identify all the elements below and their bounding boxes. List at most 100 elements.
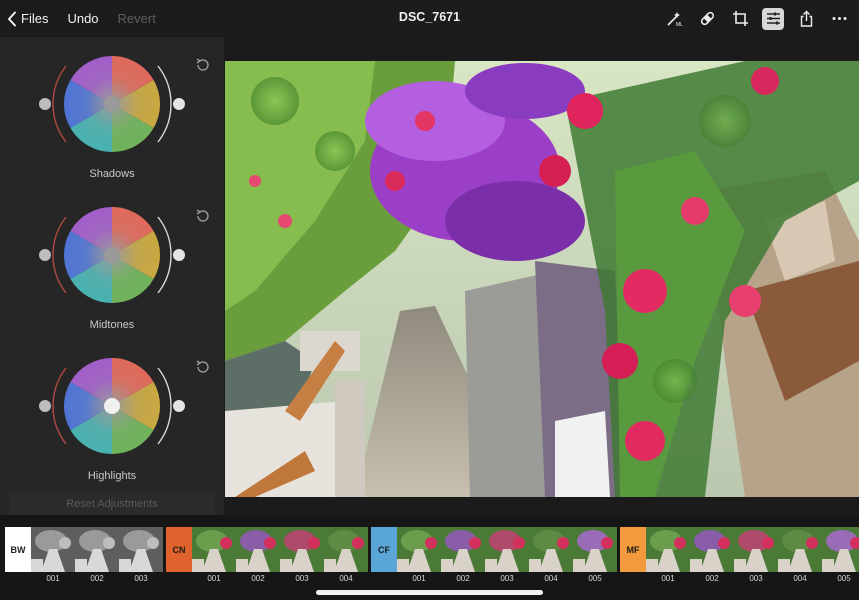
ml-auto-icon: ML (666, 12, 683, 27)
svg-text:ML: ML (676, 22, 683, 27)
preset-number: 001 (412, 574, 426, 583)
reset-wheel-icon[interactable] (194, 207, 212, 225)
preset-thumbnail-image (529, 527, 573, 572)
preset-thumbnail[interactable] (397, 527, 441, 572)
home-indicator[interactable] (316, 590, 543, 595)
preset-thumbnail-image (441, 527, 485, 572)
preset-thumbnail[interactable] (734, 527, 778, 572)
preset-number: 004 (339, 574, 353, 583)
preset-number: 005 (588, 574, 602, 583)
preset-thumbnail-image (324, 527, 368, 572)
preset-number: 003 (134, 574, 148, 583)
preset-group-badge[interactable]: CN (166, 527, 192, 572)
preset-number-labels: 001 002 003 004 (192, 574, 368, 586)
preset-number: 005 (837, 574, 851, 583)
preset-thumbnail[interactable] (31, 527, 75, 572)
preset-thumbnail-image (119, 527, 163, 572)
preset-number: 003 (749, 574, 763, 583)
preset-thumbnail-image (397, 527, 441, 572)
preset-number: 001 (207, 574, 221, 583)
color-wheels-panel: Shadows Midtones Highlights Reset Adjust… (0, 37, 224, 515)
share-icon (800, 10, 812, 27)
preset-thumbnail[interactable] (778, 527, 822, 572)
preset-thumbnail-image (280, 527, 324, 572)
preset-thumbnail-image (778, 527, 822, 572)
preset-thumbnail[interactable] (573, 527, 617, 572)
color-wheel-highlights: Highlights (0, 354, 224, 504)
preset-thumbnail[interactable] (75, 527, 119, 572)
reset-wheel-icon[interactable] (194, 56, 212, 74)
preset-number: 004 (793, 574, 807, 583)
preset-thumbnail-image (573, 527, 617, 572)
crop-button[interactable] (729, 8, 751, 30)
app-window: Files Undo Revert DSC_7671 ML Shadows Mi… (0, 0, 859, 600)
preset-thumbnail-image (734, 527, 778, 572)
wheel-label: Midtones (89, 319, 135, 331)
preset-thumbnail[interactable] (280, 527, 324, 572)
color-wheel-shadows: Shadows (0, 52, 224, 202)
preset-group-bw: BW (5, 527, 163, 572)
preset-thumbnail-image (192, 527, 236, 572)
preset-thumbnail[interactable] (441, 527, 485, 572)
preset-thumbnail[interactable] (690, 527, 734, 572)
preset-filmstrip: BW 001 002 003 CN 001 002 003 004 CF 001… (0, 515, 859, 600)
wheel-label: Shadows (89, 168, 135, 180)
preset-group-badge[interactable]: MF (620, 527, 646, 572)
preset-group-mf: MF (620, 527, 859, 572)
preset-thumbnail[interactable] (485, 527, 529, 572)
more-button[interactable] (828, 8, 850, 30)
top-toolbar: Files Undo Revert DSC_7671 ML (0, 0, 859, 37)
preset-number: 003 (295, 574, 309, 583)
preset-thumbnail-image (75, 527, 119, 572)
ml-auto-button[interactable]: ML (663, 8, 685, 30)
preset-thumbnail-image (690, 527, 734, 572)
preset-thumbnail-image (646, 527, 690, 572)
reset-adjustments-button[interactable]: Reset Adjustments (9, 493, 215, 515)
preset-thumbnail[interactable] (646, 527, 690, 572)
preset-group-cf: CF (371, 527, 617, 572)
preset-thumbnail-image (822, 527, 859, 572)
preset-number: 002 (705, 574, 719, 583)
document-title: DSC_7671 (398, 10, 461, 24)
preset-thumbnail[interactable] (822, 527, 859, 572)
preset-number: 002 (251, 574, 265, 583)
preset-thumbnail[interactable] (192, 527, 236, 572)
preset-number: 001 (46, 574, 60, 583)
tool-icons: ML (652, 0, 859, 37)
preset-number: 002 (456, 574, 470, 583)
preset-thumbnail[interactable] (236, 527, 280, 572)
preset-number: 002 (90, 574, 104, 583)
preset-group-badge[interactable]: BW (5, 527, 31, 572)
back-to-files-button[interactable]: Files (6, 11, 48, 27)
preset-number: 004 (544, 574, 558, 583)
preset-number: 003 (500, 574, 514, 583)
adjust-sliders-icon (766, 12, 780, 25)
chevron-left-icon (8, 11, 16, 26)
preset-thumbnail-image (485, 527, 529, 572)
reset-wheel-icon[interactable] (194, 358, 212, 376)
color-wheel-midtones: Midtones (0, 203, 224, 353)
photo-canvas (224, 37, 859, 515)
preset-thumbnail-image (236, 527, 280, 572)
preset-thumbnail[interactable] (529, 527, 573, 572)
healing-button[interactable] (696, 8, 718, 30)
revert-button[interactable]: Revert (118, 11, 156, 26)
preset-thumbnail-image (31, 527, 75, 572)
nav-left: Files Undo Revert (0, 0, 156, 37)
share-button[interactable] (795, 8, 817, 30)
preset-number-labels: 001 002 003 004 005 (397, 574, 617, 586)
preset-number-labels: 001 002 003 (31, 574, 163, 586)
back-label: Files (21, 11, 49, 26)
preset-thumbnail[interactable] (324, 527, 368, 572)
preset-group-cn: CN (166, 527, 368, 572)
preset-group-badge[interactable]: CF (371, 527, 397, 572)
healing-bandage-icon (700, 11, 714, 26)
photo-image[interactable] (225, 61, 859, 497)
wheel-label: Highlights (87, 470, 137, 482)
more-icon (832, 17, 846, 20)
preset-number: 001 (661, 574, 675, 583)
photo-illustration (225, 61, 859, 497)
preset-thumbnail[interactable] (119, 527, 163, 572)
adjust-button[interactable] (762, 7, 784, 30)
undo-button[interactable]: Undo (67, 11, 98, 26)
